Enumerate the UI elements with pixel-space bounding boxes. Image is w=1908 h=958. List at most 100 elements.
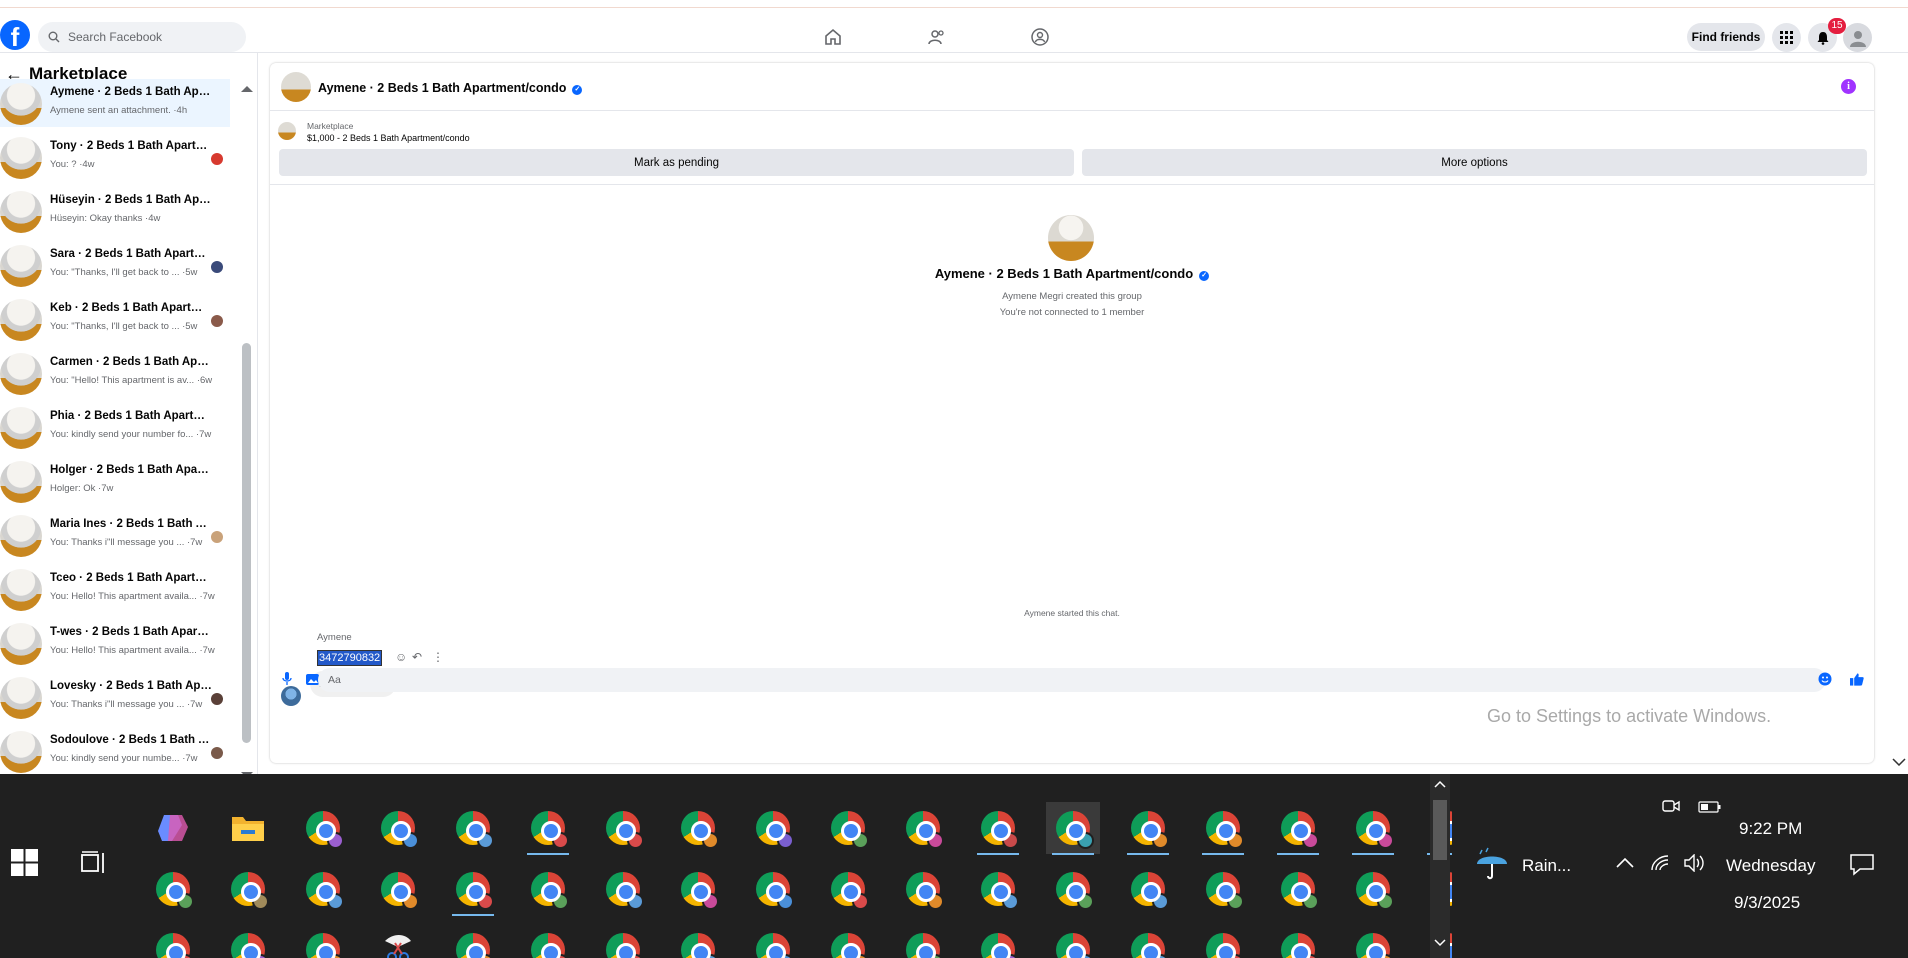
conversation-item[interactable]: Carmen · 2 Beds 1 Bath Apartment/condo Yo… xyxy=(0,349,230,397)
conversation-item[interactable]: Hüseyin · 2 Beds 1 Bath Apartment/condo H… xyxy=(0,187,230,235)
network-icon[interactable] xyxy=(1650,854,1670,872)
taskbar-scrollbar[interactable] xyxy=(1430,774,1450,958)
chrome-profile-icon[interactable] xyxy=(821,802,875,854)
chrome-profile-icon[interactable] xyxy=(1346,924,1400,958)
groups-icon[interactable] xyxy=(1028,25,1052,49)
chrome-profile-icon[interactable] xyxy=(971,863,1025,915)
chrome-profile-icon[interactable] xyxy=(671,863,725,915)
conversation-item[interactable]: Keb · 2 Beds 1 Bath Apartment/condo You: … xyxy=(0,295,230,343)
chrome-profile-icon[interactable] xyxy=(371,802,425,854)
conversation-item[interactable]: Phia · 2 Beds 1 Bath Apartment/condo You:… xyxy=(0,403,230,451)
chrome-profile-icon[interactable] xyxy=(1196,924,1250,958)
file-explorer-icon[interactable] xyxy=(221,802,275,854)
chrome-profile-icon[interactable] xyxy=(596,863,650,915)
chrome-profile-icon[interactable] xyxy=(446,802,500,854)
chrome-profile-icon[interactable] xyxy=(1346,802,1400,855)
chrome-profile-icon[interactable] xyxy=(896,924,950,958)
more-actions-icon[interactable]: ⋮ xyxy=(432,650,444,664)
chevron-up-icon[interactable] xyxy=(1434,780,1446,788)
microphone-icon[interactable] xyxy=(280,672,294,686)
chrome-profile-icon[interactable] xyxy=(596,802,650,854)
chrome-profile-icon[interactable] xyxy=(896,863,950,915)
weather-rain-icon[interactable] xyxy=(1474,846,1510,882)
chrome-profile-icon[interactable] xyxy=(446,863,500,916)
chrome-profile-icon[interactable] xyxy=(671,924,725,958)
chrome-profile-icon[interactable] xyxy=(971,802,1025,855)
chrome-profile-icon[interactable] xyxy=(821,924,875,958)
volume-icon[interactable] xyxy=(1684,854,1706,872)
more-options-button[interactable]: More options xyxy=(1082,149,1867,176)
emoji-icon[interactable] xyxy=(1818,672,1832,686)
chrome-profile-icon[interactable] xyxy=(821,863,875,915)
clock-day[interactable]: Wednesday xyxy=(1726,856,1815,876)
conversation-item[interactable]: Aymene · 2 Beds 1 Bath Apartment/condo Ay… xyxy=(0,79,230,127)
chrome-profile-icon[interactable] xyxy=(896,802,950,854)
chat-title[interactable]: Aymene · 2 Beds 1 Bath Apartment/condo ✓ xyxy=(318,81,583,95)
conversation-item[interactable]: Maria Ines · 2 Beds 1 Bath Apartment/con… xyxy=(0,511,230,559)
chrome-profile-icon[interactable] xyxy=(746,863,800,915)
chrome-profile-icon[interactable] xyxy=(1046,924,1100,958)
chevron-down-icon[interactable] xyxy=(1434,939,1446,947)
account-avatar-icon[interactable] xyxy=(1843,23,1872,52)
chrome-profile-icon[interactable] xyxy=(1271,924,1325,958)
chrome-profile-icon[interactable] xyxy=(446,924,500,958)
chrome-profile-icon[interactable] xyxy=(1121,924,1175,958)
chrome-profile-icon[interactable] xyxy=(296,924,350,958)
page-scroll-down-icon[interactable] xyxy=(1892,758,1906,766)
react-emoji-icon[interactable]: ☺ xyxy=(395,650,407,664)
chrome-profile-icon[interactable] xyxy=(1346,863,1400,915)
chrome-profile-icon[interactable] xyxy=(371,863,425,915)
conversation-item[interactable]: T-wes · 2 Beds 1 Bath Apartment/condo You… xyxy=(0,619,230,667)
conversation-item[interactable]: Holger · 2 Beds 1 Bath Apartment/condo Ho… xyxy=(0,457,230,505)
chrome-profile-icon[interactable] xyxy=(146,863,200,915)
conversation-item[interactable]: Tceo · 2 Beds 1 Bath Apartment/condo You:… xyxy=(0,565,230,613)
chrome-profile-icon[interactable] xyxy=(596,924,650,958)
chat-avatar[interactable] xyxy=(281,72,311,102)
chrome-profile-icon[interactable] xyxy=(521,802,575,855)
windows-start-icon[interactable] xyxy=(11,849,38,881)
reply-icon[interactable]: ↶ xyxy=(412,650,422,664)
chrome-profile-icon[interactable] xyxy=(1121,802,1175,855)
message-number-selected[interactable]: 3472790832 xyxy=(317,650,383,666)
conversation-item[interactable]: Tony · 2 Beds 1 Bath Apartment/condo You:… xyxy=(0,133,230,181)
message-composer-input[interactable]: Aa xyxy=(318,668,1826,692)
marketplace-listing-row[interactable]: Marketplace $1,000 - 2 Beds 1 Bath Apart… xyxy=(278,119,1868,147)
task-view-icon[interactable] xyxy=(81,851,109,880)
conversation-item[interactable]: Sodoulove · 2 Beds 1 Bath Apartment/cond… xyxy=(0,727,230,775)
taskbar-scroll-thumb[interactable] xyxy=(1433,800,1447,860)
like-thumb-icon[interactable] xyxy=(1850,672,1864,686)
chrome-profile-icon[interactable] xyxy=(1196,863,1250,915)
find-friends-button[interactable]: Find friends xyxy=(1687,23,1765,51)
chrome-profile-icon[interactable] xyxy=(1196,802,1250,855)
scroll-up-icon[interactable] xyxy=(240,85,254,93)
search-input[interactable]: Search Facebook xyxy=(38,22,246,52)
menu-grid-icon[interactable] xyxy=(1772,23,1801,52)
friends-icon[interactable] xyxy=(925,25,949,49)
notification-center-icon[interactable] xyxy=(1850,854,1874,876)
snipping-tool-icon[interactable] xyxy=(371,924,425,958)
chrome-profile-icon[interactable] xyxy=(671,802,725,854)
facebook-logo-icon[interactable]: f xyxy=(0,20,30,50)
chrome-profile-icon[interactable] xyxy=(521,863,575,915)
show-hidden-icons-chevron[interactable] xyxy=(1616,858,1634,868)
chrome-profile-icon[interactable] xyxy=(746,924,800,958)
clock-time[interactable]: 9:22 PM xyxy=(1739,819,1802,839)
chrome-profile-icon[interactable] xyxy=(1121,863,1175,915)
conversation-item[interactable]: Sara · 2 Beds 1 Bath Apartment/condo You:… xyxy=(0,241,230,289)
chrome-profile-icon[interactable] xyxy=(1046,802,1100,855)
conversation-item[interactable]: Lovesky · 2 Beds 1 Bath Apartment/condo Y… xyxy=(0,673,230,721)
chrome-profile-icon[interactable] xyxy=(146,924,200,958)
chrome-profile-icon[interactable] xyxy=(221,924,275,958)
group-avatar[interactable] xyxy=(1048,215,1094,261)
weather-text[interactable]: Rain... xyxy=(1522,856,1571,876)
battery-icon[interactable] xyxy=(1698,801,1722,813)
chrome-profile-icon[interactable] xyxy=(971,924,1025,958)
chrome-profile-icon[interactable] xyxy=(1271,802,1325,855)
chrome-profile-icon[interactable] xyxy=(221,863,275,915)
chrome-profile-icon[interactable] xyxy=(1046,863,1100,915)
copilot-icon[interactable] xyxy=(146,802,200,854)
chrome-profile-icon[interactable] xyxy=(296,863,350,915)
home-icon[interactable] xyxy=(821,25,845,49)
meet-now-icon[interactable] xyxy=(1662,798,1680,814)
chrome-profile-icon[interactable] xyxy=(296,802,350,854)
